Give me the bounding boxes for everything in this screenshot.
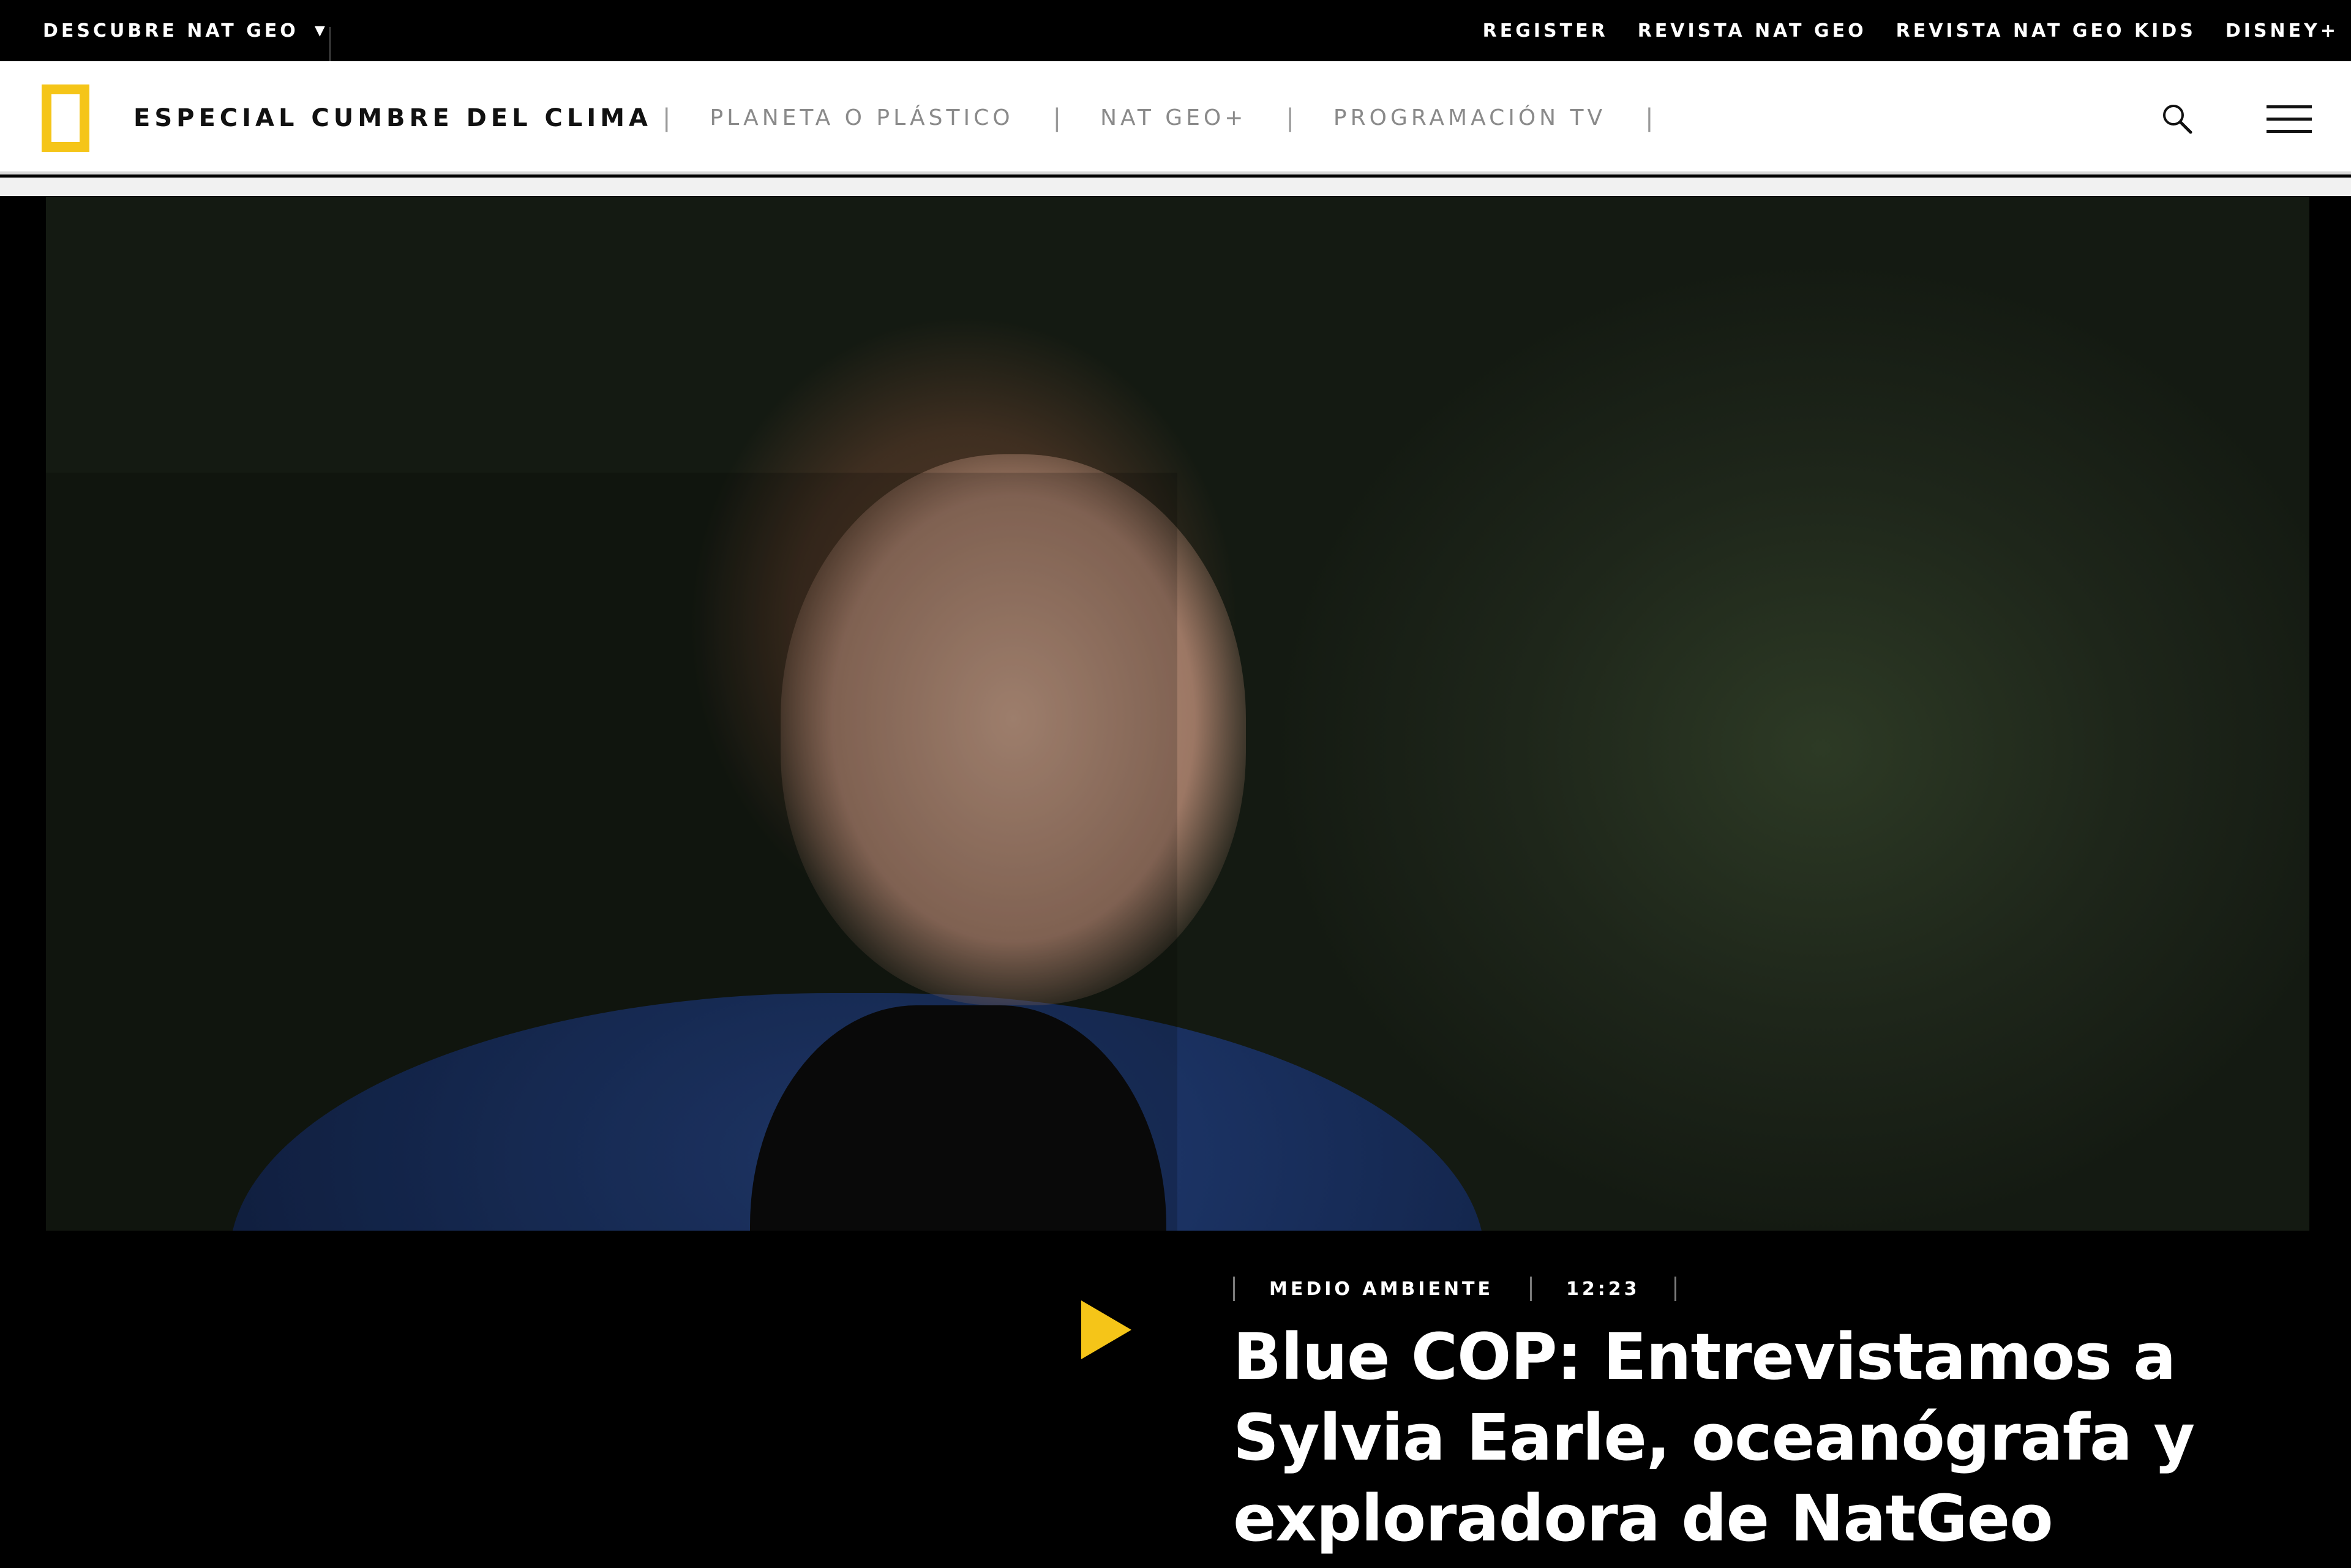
- video-caption-panel: MEDIO AMBIENTE 12:23 Blue COP: Entrevist…: [1177, 1231, 2309, 1568]
- divider: [329, 27, 331, 61]
- discover-label: DESCUBRE NAT GEO: [43, 20, 299, 42]
- nav-divider: |: [1052, 103, 1062, 132]
- nav-divider: |: [1645, 103, 1654, 132]
- hamburger-menu-icon: [2267, 105, 2312, 108]
- video-title[interactable]: Blue COP: Entrevistamos a Sylvia Earle, …: [1233, 1316, 2286, 1559]
- nat-geo-logo[interactable]: [42, 84, 89, 152]
- search-button[interactable]: [2160, 102, 2194, 136]
- main-nav: | PLANETA O PLÁSTICO | NAT GEO+ | PROGRA…: [662, 61, 1654, 174]
- play-button[interactable]: [1079, 1298, 1134, 1362]
- header-shadow-strip: [0, 178, 2351, 196]
- nav-divider: |: [1286, 103, 1294, 132]
- play-icon: [1081, 1300, 1131, 1359]
- revista-nat-geo-link[interactable]: REVISTA NAT GEO: [1638, 20, 1867, 42]
- nav-divider: |: [662, 103, 671, 132]
- menu-button[interactable]: [2267, 102, 2312, 136]
- nav-item-planeta-o-plastico[interactable]: PLANETA O PLÁSTICO: [710, 105, 1013, 130]
- image-overlay: [46, 473, 1177, 1231]
- caret-down-icon: ▼: [314, 23, 325, 39]
- top-utility-bar: DESCUBRE NAT GEO ▼ REGISTER REVISTA NAT …: [0, 0, 2351, 61]
- video-meta: MEDIO AMBIENTE 12:23: [1233, 1274, 1676, 1304]
- discover-nat-geo-dropdown[interactable]: DESCUBRE NAT GEO ▼: [43, 0, 325, 61]
- disney-plus-link[interactable]: DISNEY+: [2225, 20, 2339, 42]
- site-title[interactable]: ESPECIAL CUMBRE DEL CLIMA: [133, 61, 652, 174]
- nav-item-nat-geo-plus[interactable]: NAT GEO+: [1100, 105, 1247, 130]
- meta-divider: [1233, 1277, 1235, 1301]
- nav-item-programacion-tv[interactable]: PROGRAMACIÓN TV: [1333, 105, 1606, 130]
- site-header: ESPECIAL CUMBRE DEL CLIMA | PLANETA O PL…: [0, 61, 2351, 174]
- revista-nat-geo-kids-link[interactable]: REVISTA NAT GEO KIDS: [1896, 20, 2196, 42]
- meta-divider: [1530, 1277, 1532, 1301]
- meta-divider: [1674, 1277, 1676, 1301]
- search-icon: [2163, 105, 2192, 134]
- video-duration: 12:23: [1566, 1278, 1640, 1300]
- utility-links: REGISTER REVISTA NAT GEO REVISTA NAT GEO…: [1453, 0, 2339, 61]
- register-link[interactable]: REGISTER: [1483, 20, 1608, 42]
- hero-video-image[interactable]: [46, 197, 2309, 1231]
- category-label[interactable]: MEDIO AMBIENTE: [1269, 1278, 1493, 1300]
